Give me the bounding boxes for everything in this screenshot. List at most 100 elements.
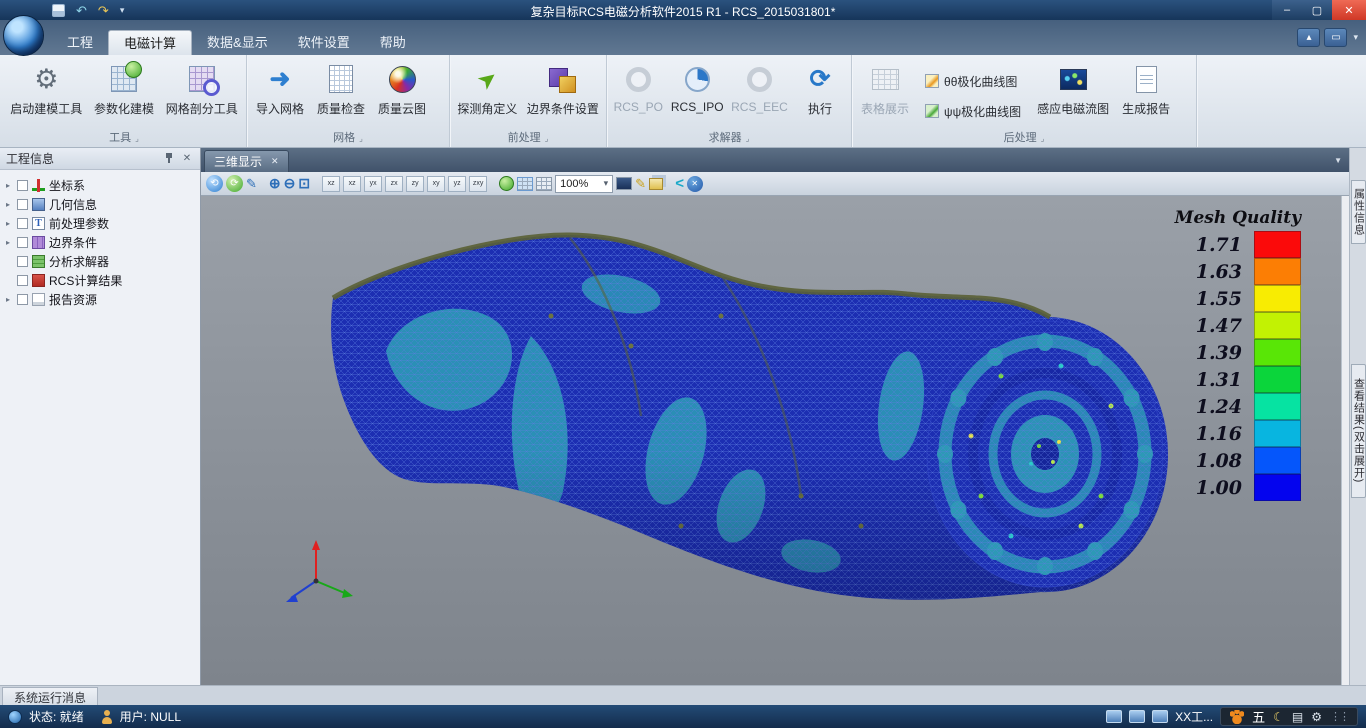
view-orientation-button[interactable]: xz: [322, 176, 340, 192]
tab-list-caret-icon[interactable]: ▼: [1334, 156, 1342, 165]
expander-icon[interactable]: ▸: [3, 200, 13, 209]
wireframe-grid-icon[interactable]: [536, 177, 552, 191]
checkbox[interactable]: [17, 275, 28, 286]
maximize-button[interactable]: ▢: [1302, 0, 1332, 20]
view-orientation-button[interactable]: xz: [343, 176, 361, 192]
ime-gear-icon[interactable]: ⚙: [1311, 710, 1322, 724]
tree-item-geometry-info[interactable]: ▸ 几何信息: [3, 195, 200, 214]
rcs-po-button[interactable]: RCS_PO: [610, 58, 666, 130]
orbit-icon[interactable]: ⟲: [206, 175, 223, 192]
3d-model-canvas[interactable]: [201, 196, 1341, 685]
view-orientation-button[interactable]: zxy: [469, 176, 487, 192]
dialog-launcher-icon[interactable]: ⌟: [1041, 134, 1045, 143]
execute-button[interactable]: ⟳ 执行: [792, 58, 848, 130]
checkbox[interactable]: [17, 256, 28, 267]
tab-help[interactable]: 帮助: [365, 30, 421, 55]
quality-check-button[interactable]: 质量检查: [311, 58, 371, 130]
tab-em-computation[interactable]: 电磁计算: [108, 30, 192, 55]
ime-keyboard-icon[interactable]: ▤: [1292, 710, 1303, 724]
tree-item-preprocess-params[interactable]: ▸ 前处理参数: [3, 214, 200, 233]
checkbox[interactable]: [17, 237, 28, 248]
expander-icon[interactable]: ▸: [3, 219, 13, 228]
tree-item-report-resources[interactable]: ▸ 报告资源: [3, 290, 200, 309]
rcs-ipo-button[interactable]: RCS_IPO: [667, 58, 726, 130]
project-panel-title: 工程信息: [6, 150, 164, 167]
tray-monitor-icon[interactable]: [1152, 710, 1168, 723]
dialog-launcher-icon[interactable]: ⌟: [359, 134, 363, 143]
view-orientation-button[interactable]: yx: [364, 176, 382, 192]
checkbox[interactable]: [17, 218, 28, 229]
minimize-button[interactable]: –: [1272, 0, 1302, 20]
pin-icon[interactable]: [164, 152, 174, 165]
checkbox[interactable]: [17, 199, 28, 210]
generate-report-button[interactable]: 生成报告: [1116, 58, 1176, 130]
dialog-launcher-icon[interactable]: ⌟: [746, 134, 750, 143]
ime-paw-icon[interactable]: [1230, 710, 1244, 724]
rcs-eec-button[interactable]: RCS_EEC: [728, 58, 791, 130]
layers-icon[interactable]: [649, 178, 663, 190]
background-color-icon[interactable]: [616, 177, 632, 190]
zoom-out-icon[interactable]: ⊖: [284, 175, 296, 193]
launch-modeling-tool-button[interactable]: ⚙ 启动建模工具: [5, 58, 88, 130]
legend-value: 1.08: [1188, 450, 1242, 472]
tab-data-display[interactable]: 数据&显示: [192, 30, 283, 55]
close-view-icon[interactable]: ✕: [687, 176, 703, 192]
zoom-window-icon[interactable]: ⊡: [298, 175, 310, 193]
table-display-button[interactable]: 表格展示: [855, 58, 915, 130]
checkbox[interactable]: [17, 180, 28, 191]
quality-contour-button[interactable]: 质量云图: [372, 58, 432, 130]
annotate-pen-icon[interactable]: ✎: [246, 175, 257, 193]
tree-item-coordinate-system[interactable]: ▸ 坐标系: [3, 176, 200, 195]
psi-polarization-curve-button[interactable]: ψψ极化曲线图: [920, 99, 1026, 123]
property-info-collapsed-tab[interactable]: 属性信息: [1351, 180, 1366, 244]
system-messages-tab[interactable]: 系统运行消息: [2, 687, 98, 706]
ime-grip-icon[interactable]: ⋮⋮: [1330, 710, 1348, 723]
zoom-level-dropdown[interactable]: 100% ▾: [555, 175, 613, 193]
expander-icon[interactable]: ▸: [3, 181, 13, 190]
moon-icon[interactable]: ☾: [1273, 710, 1284, 724]
menu-caret-icon[interactable]: ▾: [1351, 32, 1360, 43]
induced-current-map-button[interactable]: 感应电磁流图: [1031, 58, 1115, 130]
mesh-partition-tool-button[interactable]: 网格剖分工具: [160, 58, 243, 130]
tab-project[interactable]: 工程: [52, 30, 108, 55]
tray-monitor-icon[interactable]: [1106, 710, 1122, 723]
display-monitor-icon[interactable]: ▭: [1324, 28, 1347, 47]
tab-software-settings[interactable]: 软件设置: [283, 30, 365, 55]
expander-icon[interactable]: ▸: [3, 295, 13, 304]
ime-mode-char[interactable]: 五: [1252, 707, 1265, 726]
tray-monitor-icon[interactable]: [1129, 710, 1145, 723]
app-logo-globe-icon[interactable]: [3, 15, 44, 56]
mesh-grid-icon[interactable]: [517, 177, 533, 191]
shaded-mode-icon[interactable]: [499, 176, 514, 191]
parametric-modeling-button[interactable]: 参数化建模: [89, 58, 160, 130]
tree-item-rcs-results[interactable]: RCS计算结果: [3, 271, 200, 290]
tab-close-icon[interactable]: ✕: [271, 156, 279, 167]
zoom-in-icon[interactable]: ⊕: [269, 175, 281, 193]
dialog-launcher-icon[interactable]: ⌟: [545, 134, 549, 143]
close-button[interactable]: ✕: [1332, 0, 1366, 20]
quality-contour-sphere-icon: [389, 66, 416, 93]
checkbox[interactable]: [17, 294, 28, 305]
import-mesh-button[interactable]: ➜ 导入网格: [250, 58, 310, 130]
tree-item-label: 分析求解器: [49, 253, 109, 270]
share-flow-icon[interactable]: <: [675, 175, 684, 192]
3d-viewport[interactable]: Mesh Quality 1.71 1.63 1.55 1.47 1.39 1.…: [201, 196, 1341, 685]
boundary-condition-button[interactable]: 边界条件设置: [523, 58, 603, 130]
highlight-pen-icon[interactable]: ✎: [635, 175, 646, 193]
spin-icon[interactable]: ⟳: [226, 175, 243, 192]
probe-angle-button[interactable]: ➤ 探测角定义: [453, 58, 522, 130]
view-results-collapsed-tab[interactable]: 查看结果(双击展开): [1351, 364, 1366, 498]
dialog-launcher-icon[interactable]: ⌟: [135, 134, 139, 143]
tree-item-boundary-conditions[interactable]: ▸ 边界条件: [3, 233, 200, 252]
viewport-scrollbar[interactable]: [1341, 196, 1349, 685]
expander-icon[interactable]: ▸: [3, 238, 13, 247]
view-orientation-button[interactable]: zy: [406, 176, 424, 192]
view-orientation-button[interactable]: zx: [385, 176, 403, 192]
collapse-ribbon-icon[interactable]: ▴: [1297, 28, 1320, 47]
view-orientation-button[interactable]: xy: [427, 176, 445, 192]
view-orientation-button[interactable]: yz: [448, 176, 466, 192]
theta-polarization-curve-button[interactable]: θθ极化曲线图: [920, 69, 1026, 93]
tree-item-analysis-solver[interactable]: 分析求解器: [3, 252, 200, 271]
tab-3d-display[interactable]: 三维显示 ✕: [204, 150, 289, 172]
panel-close-icon[interactable]: ✕: [180, 153, 194, 164]
